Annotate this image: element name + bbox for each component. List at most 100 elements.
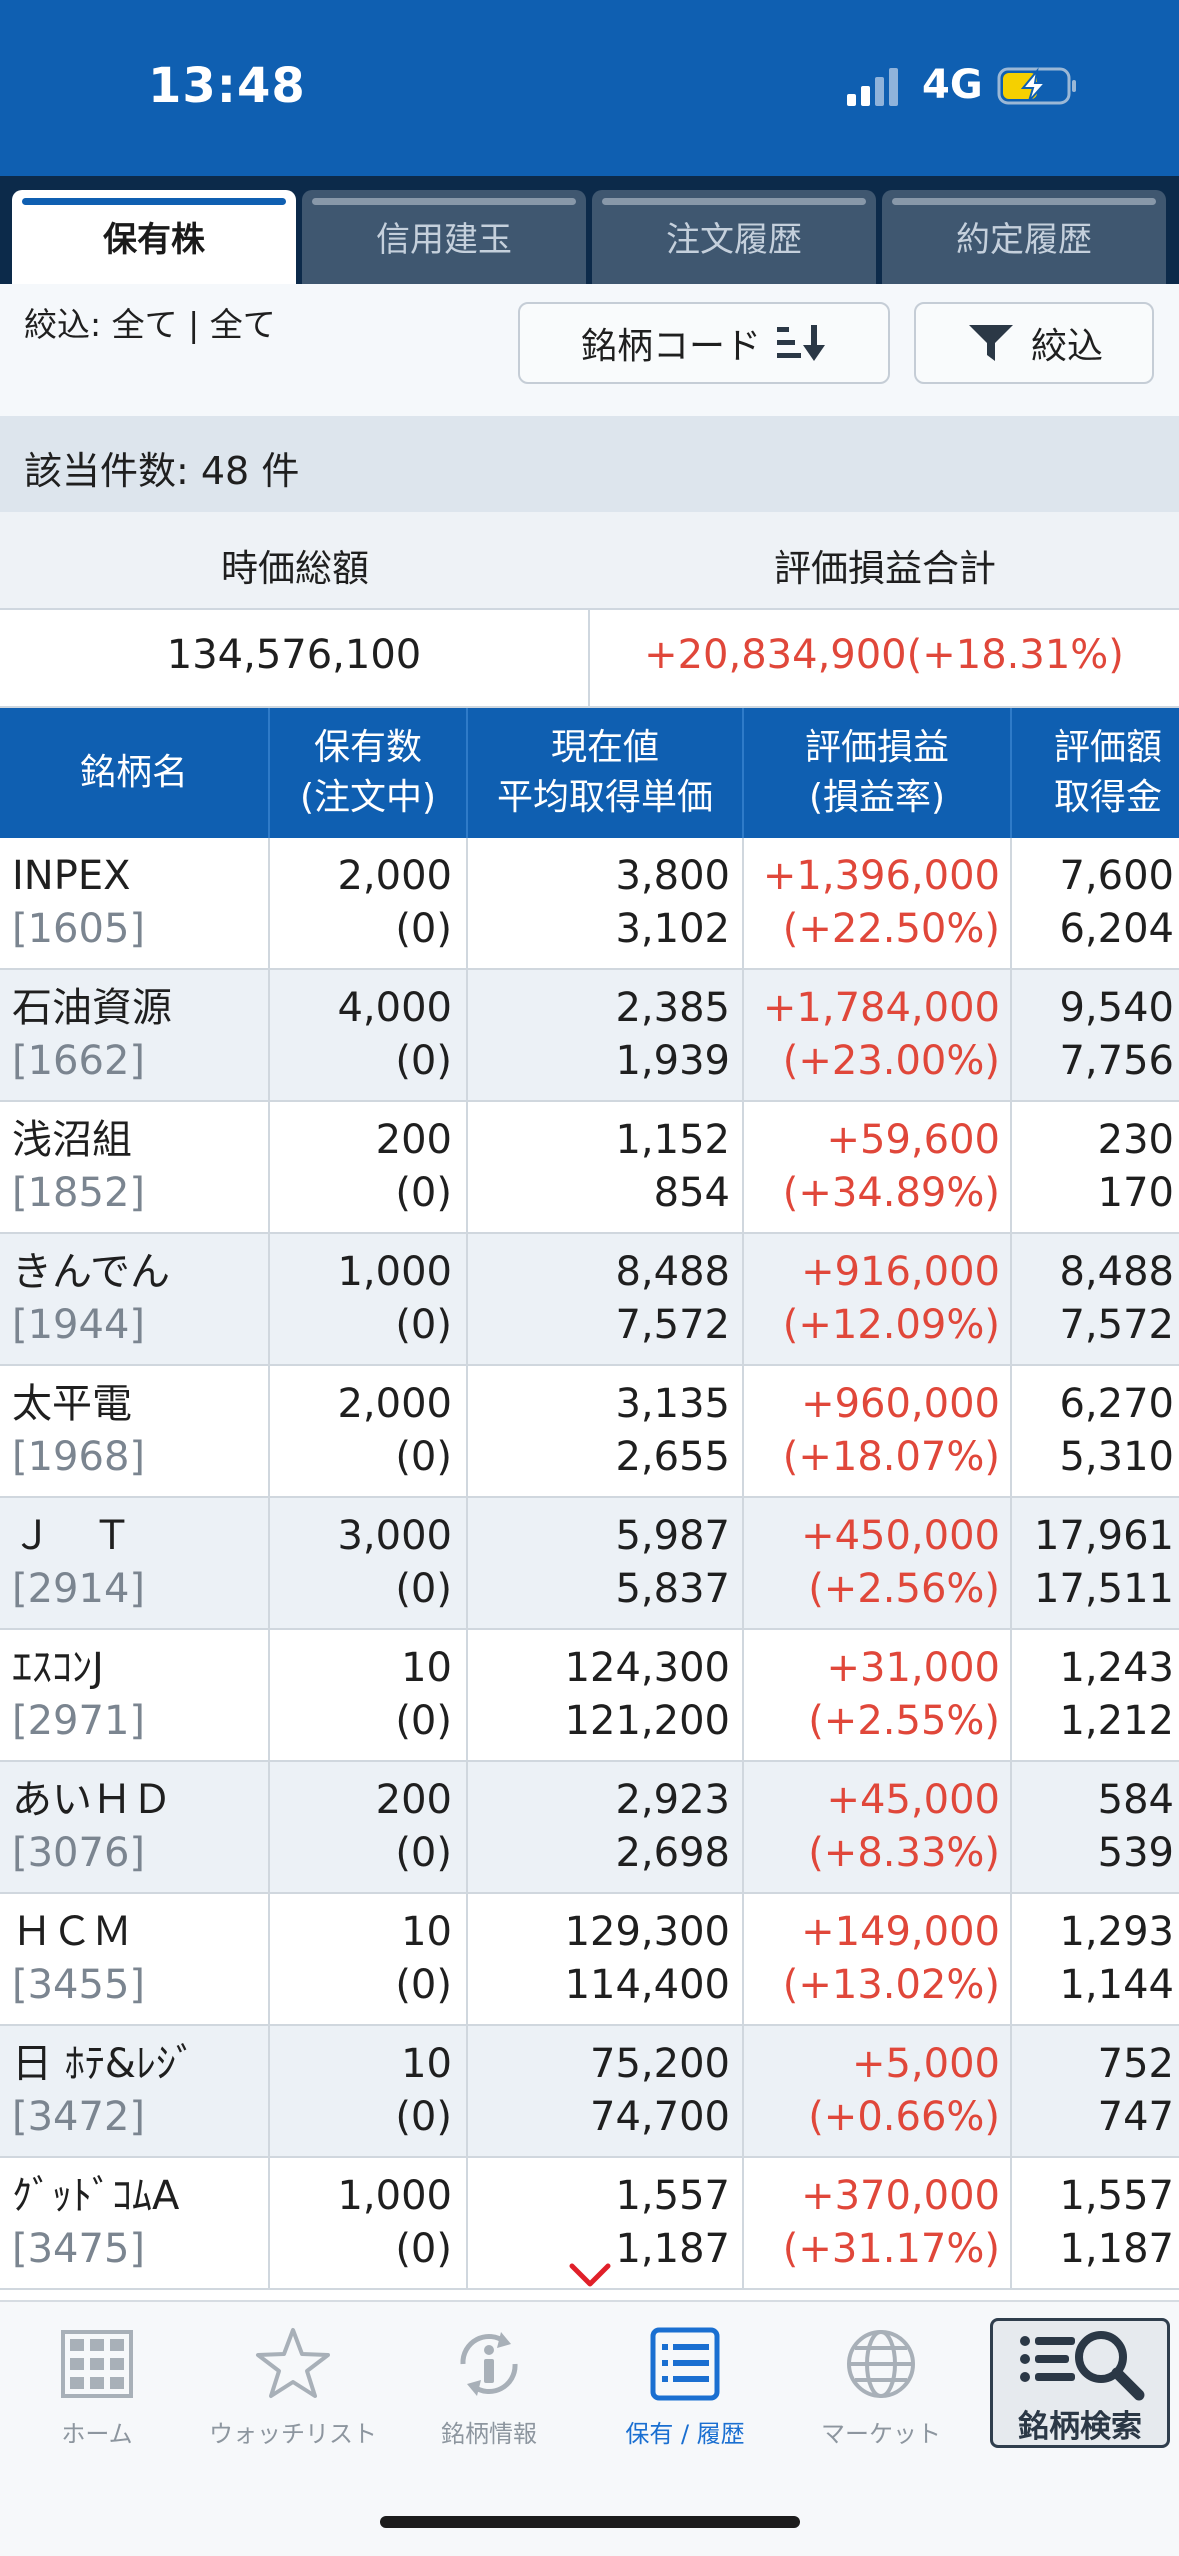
quantity-secondary: (0) — [395, 1038, 452, 1084]
price-secondary: 114,400 — [564, 1962, 730, 2008]
value-primary: 230 — [1097, 1117, 1174, 1163]
quantity-primary: 1,000 — [337, 2173, 452, 2219]
pnl-cell: +450,000 (+2.56%) — [744, 1498, 1000, 1628]
pnl-secondary: (+0.66%) — [808, 2094, 1000, 2140]
pnl-secondary: (+13.02%) — [782, 1962, 1000, 2008]
value-primary: 1,243 — [1059, 1645, 1174, 1691]
price-primary: 8,488 — [615, 1249, 730, 1295]
table-row[interactable]: ＨＣＭ [3455] 10 (0) 129,300 114,400 +149,000 (+13… — [0, 1894, 1179, 2026]
column-divider — [466, 970, 468, 1100]
nav-holdings-history[interactable]: 保有 / 履歴 — [590, 2324, 780, 2474]
value-primary: 1,293 — [1059, 1909, 1174, 1955]
col-header-price[interactable]: 現在値 平均取得単価 — [468, 708, 742, 838]
pnl-cell: +149,000 (+13.02%) — [744, 1894, 1000, 2024]
price-secondary: 2,655 — [615, 1434, 730, 1480]
quantity-secondary: (0) — [395, 1434, 452, 1480]
stock-name-primary: ＨＣＭ — [12, 1909, 132, 1955]
table-row[interactable]: ｴｽｺﾝJ [2971] 10 (0) 124,300 121,200 +31,000 (+2… — [0, 1630, 1179, 1762]
stock-name-primary: きんでん — [12, 1249, 170, 1295]
col-header-name[interactable]: 銘柄名 — [0, 708, 268, 838]
stock-name-primary: ｸﾞｯﾄﾞｺﾑA — [12, 2173, 180, 2219]
nav-watchlist[interactable]: ウォッチリスト — [198, 2324, 388, 2474]
pnl-primary: +5,000 — [851, 2041, 1000, 2087]
pnl-cell: +370,000 (+31.17%) — [744, 2158, 1000, 2288]
chevron-down-icon[interactable] — [568, 2262, 612, 2288]
stock-name-cell: きんでん [1944] — [12, 1234, 262, 1364]
column-divider — [742, 1762, 744, 1892]
table-row[interactable]: 太平電 [1968] 2,000 (0) 3,135 2,655 +960,000 (+18.… — [0, 1366, 1179, 1498]
stock-name-primary: 石油資源 — [12, 985, 172, 1031]
result-count: 該当件数: 48 件 — [24, 449, 300, 493]
column-divider — [1010, 1234, 1012, 1364]
stock-name-cell: INPEX [1605] — [12, 838, 262, 968]
table-row[interactable]: 日 ﾎﾃ&ﾚｼﾞ [3472] 10 (0) 75,200 74,700 +5,000 (+0… — [0, 2026, 1179, 2158]
value-cell: 6,270 5,310 — [1010, 1366, 1174, 1496]
col-header-value-l2: 取得金 — [1054, 777, 1163, 818]
quantity-secondary: (0) — [395, 1698, 452, 1744]
price-secondary: 7,572 — [615, 1302, 730, 1348]
col-header-quantity[interactable]: 保有数 (注文中) — [270, 708, 466, 838]
col-header-price-l1: 現在値 — [550, 727, 659, 768]
quantity-primary: 10 — [401, 2041, 452, 2087]
price-cell: 3,135 2,655 — [468, 1366, 730, 1496]
col-header-pnl-l1: 評価損益 — [804, 727, 949, 768]
status-time: 13:48 — [148, 58, 306, 114]
sort-by-code-button[interactable]: 銘柄コード — [518, 302, 890, 384]
price-primary: 3,135 — [615, 1381, 730, 1427]
value-secondary: 17,511 — [1034, 1566, 1174, 1612]
sort-button-label: 銘柄コード — [580, 326, 761, 367]
column-divider — [742, 1102, 744, 1232]
col-header-value[interactable]: 評価額 取得金 — [1054, 708, 1179, 838]
tab-margin-positions[interactable]: 信用建玉 — [302, 190, 586, 284]
column-divider — [1010, 1894, 1012, 2024]
pnl-primary: +960,000 — [801, 1381, 1000, 1427]
column-divider — [1010, 1366, 1012, 1496]
value-primary: 6,270 — [1059, 1381, 1174, 1427]
pnl-secondary: (+12.09%) — [782, 1302, 1000, 1348]
nav-stock-info[interactable]: 銘柄情報 — [394, 2324, 584, 2474]
stock-name-cell: 浅沼組 [1852] — [12, 1102, 262, 1232]
value-secondary: 1,187 — [1059, 2226, 1174, 2272]
pnl-primary: +31,000 — [826, 1645, 1000, 1691]
column-divider — [466, 1366, 468, 1496]
column-divider — [268, 2158, 270, 2288]
stock-name-cell: 石油資源 [1662] — [12, 970, 262, 1100]
price-secondary: 3,102 — [615, 906, 730, 952]
table-row[interactable]: 浅沼組 [1852] 200 (0) 1,152 854 +59,600 (+34.89%) 2… — [0, 1102, 1179, 1234]
tab-order-history[interactable]: 注文履歴 — [592, 190, 876, 284]
table-row[interactable]: INPEX [1605] 2,000 (0) 3,800 3,102 +1,396,000 (… — [0, 838, 1179, 970]
table-row[interactable]: Ｊ Ｔ [2914] 3,000 (0) 5,987 5,837 +450,000 (+2.5… — [0, 1498, 1179, 1630]
column-divider — [1010, 838, 1012, 968]
stock-search-button[interactable]: 銘柄検索 — [990, 2318, 1170, 2448]
nav-market[interactable]: マーケット — [786, 2324, 976, 2474]
column-divider — [1010, 1498, 1012, 1628]
tab-holdings[interactable]: 保有株 — [12, 190, 296, 284]
table-row[interactable]: 石油資源 [1662] 4,000 (0) 2,385 1,939 +1,784,000 (+… — [0, 970, 1179, 1102]
quantity-secondary: (0) — [395, 1302, 452, 1348]
price-cell: 75,200 74,700 — [468, 2026, 730, 2156]
table-row[interactable]: きんでん [1944] 1,000 (0) 8,488 7,572 +916,000 (+12… — [0, 1234, 1179, 1366]
filter-button[interactable]: 絞込 — [914, 302, 1154, 384]
quantity-cell: 200 (0) — [270, 1102, 452, 1232]
table-row[interactable]: あいＨＤ [3076] 200 (0) 2,923 2,698 +45,000 (+8.33%… — [0, 1762, 1179, 1894]
tab-execution-history[interactable]: 約定履歴 — [882, 190, 1166, 284]
nav-home[interactable]: ホーム — [2, 2324, 192, 2474]
market-value: 134,576,100 — [166, 632, 422, 678]
column-divider — [1010, 1102, 1012, 1232]
nav-watchlist-label: ウォッチリスト — [209, 2420, 377, 2448]
price-cell: 2,923 2,698 — [468, 1762, 730, 1892]
value-cell: 752 747 — [1010, 2026, 1174, 2156]
quantity-cell: 4,000 (0) — [270, 970, 452, 1100]
col-header-pnl[interactable]: 評価損益 (損益率) — [744, 708, 1010, 838]
column-divider — [466, 2026, 468, 2156]
column-divider — [268, 1234, 270, 1364]
quantity-secondary: (0) — [395, 2094, 452, 2140]
quantity-cell: 1,000 (0) — [270, 2158, 452, 2288]
price-secondary: 2,698 — [615, 1830, 730, 1876]
stock-name-cell: 太平電 [1968] — [12, 1366, 262, 1496]
pnl-secondary: (+22.50%) — [782, 906, 1000, 952]
total-pnl-value: +20,834,900(+18.31%) — [644, 632, 1124, 678]
pnl-primary: +45,000 — [826, 1777, 1000, 1823]
column-divider — [466, 1762, 468, 1892]
quantity-cell: 1,000 (0) — [270, 1234, 452, 1364]
